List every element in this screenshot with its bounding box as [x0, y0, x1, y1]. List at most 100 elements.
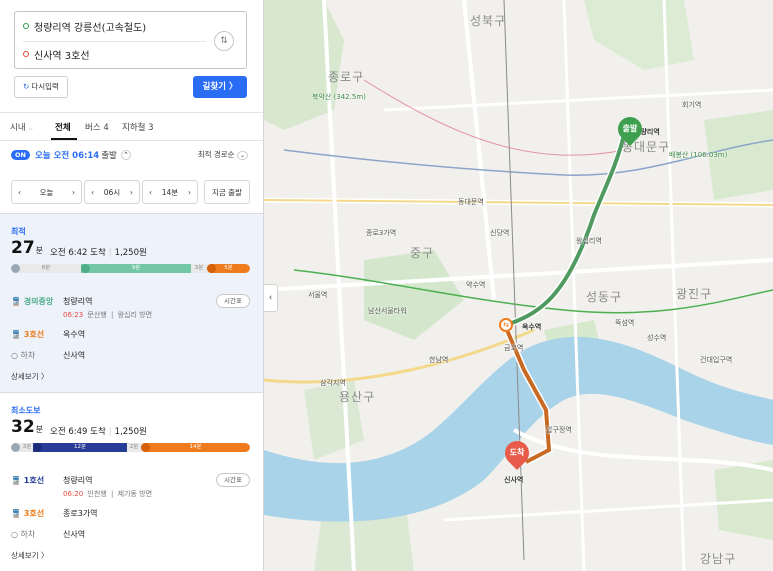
walk-segment: 8분: [11, 264, 71, 273]
sort-select[interactable]: 최적 경로순 ⌄: [198, 149, 248, 160]
station-label: 약수역: [466, 281, 486, 289]
subway-segment: 9분: [81, 264, 191, 273]
map-canvas[interactable]: 성북구 종로구 동대문구 중구 성동구 용산구 광진구 강남구 북악산 (342…: [264, 0, 773, 571]
hour-select[interactable]: ‹ 06시 ›: [84, 180, 140, 204]
district-label: 용산구: [339, 390, 376, 404]
input-divider: [23, 41, 206, 42]
end-marker[interactable]: 도착: [500, 436, 534, 470]
origin-dot-icon: [23, 23, 29, 29]
chevron-down-icon: ⌄: [236, 151, 248, 160]
step-transfer: 🚆 3호선 옥수역: [11, 330, 86, 339]
subway-segment: 12분: [33, 443, 127, 452]
walk-segment: 2분: [127, 443, 141, 452]
mountain-label: 배봉산 (106.03m): [669, 151, 728, 159]
route-meta: 오전 6:49 도착 | 1,250원: [50, 427, 147, 437]
on-badge: ON: [11, 150, 30, 160]
district-label: 종로구: [328, 70, 365, 84]
park-area: [264, 0, 344, 130]
station-label: 종로3가역: [366, 229, 397, 237]
destination-text: 신사역 3호선: [34, 50, 90, 62]
route-card-1[interactable]: 최적 27분 오전 6:42 도착 | 1,250원 8분 9분 3분 5분 🚆 경…: [0, 214, 263, 392]
step-exit: ○ 하차 신사역: [11, 351, 86, 360]
refresh-icon: ↻: [23, 82, 30, 91]
walk-segment: 3분: [191, 264, 207, 273]
now-button[interactable]: 지금 출발: [204, 180, 250, 204]
station-label: 건대입구역: [700, 356, 733, 364]
station-label: 신당역: [490, 229, 510, 237]
tab-all[interactable]: 전체: [55, 121, 71, 133]
park-area: [584, 0, 694, 70]
origin-field[interactable]: 청량리역 강릉선(고속철도): [23, 16, 146, 36]
station-label: 서울역: [308, 291, 328, 299]
step-board: 🚆 경의중앙 청량리역: [11, 297, 93, 306]
district-label: 광진구: [676, 287, 713, 301]
prev-icon: ‹: [18, 187, 21, 197]
station-label: 회기역: [682, 101, 702, 109]
departure-suffix: 출발: [101, 151, 117, 161]
tab-subway[interactable]: 지하철 3: [122, 121, 154, 133]
destination-field[interactable]: 신사역 3호선: [23, 44, 90, 64]
exit-icon: ○: [11, 351, 18, 360]
destination-dot-icon: [23, 51, 29, 57]
step-transfer: 🚆 3호선 종로3가역: [11, 509, 98, 518]
route-label: 최적: [11, 227, 26, 236]
station-label: 압구정역: [546, 426, 572, 434]
landmark-label: 남산서울타워: [368, 307, 407, 315]
tab-bus[interactable]: 버스 4: [85, 121, 109, 133]
walk-icon: [11, 264, 20, 273]
route-meta: 오전 6:42 도착 | 1,250원: [50, 248, 147, 258]
subway-segment: 5분: [207, 264, 250, 273]
divider: [0, 140, 263, 141]
route-label: 최소도보: [11, 406, 41, 415]
departure-time[interactable]: ON 오늘 오전 06:14 출발 ⌃: [11, 148, 131, 162]
minute-select[interactable]: ‹ 14분 ›: [142, 180, 198, 204]
timetable-button[interactable]: 시간표: [216, 473, 250, 487]
next-icon: ›: [72, 187, 75, 197]
departure-time-value: 오늘 오전 06:14: [34, 151, 100, 161]
subway-icon: 🚆: [11, 297, 21, 306]
station-label: 뚝섬역: [615, 319, 635, 327]
tab-city[interactable]: 시내 ⌵: [10, 121, 33, 133]
search-route-button[interactable]: 길찾기 〉: [193, 76, 247, 98]
mode-tabs: 시내 ⌵ 전체 버스 4 지하철 3: [0, 112, 263, 142]
collapse-panel-button[interactable]: ‹: [264, 284, 278, 312]
reset-label: 다시입력: [31, 82, 59, 91]
chevron-up-icon[interactable]: ⌃: [120, 150, 131, 160]
swap-icon[interactable]: ⇅: [214, 31, 234, 51]
reset-button[interactable]: ↻ 다시입력: [14, 76, 68, 98]
origin-text: 청량리역 강릉선(고속철도): [34, 22, 147, 34]
route-duration: 32분: [11, 417, 44, 437]
line-label: 🚆 경의중앙: [11, 297, 54, 306]
station-label: 금호역: [504, 344, 524, 352]
start-marker[interactable]: 출발: [613, 112, 647, 146]
district-label: 중구: [410, 246, 435, 260]
subway-icon: 🚆: [11, 509, 21, 518]
mountain-label: 북악산 (342.5m): [312, 93, 366, 101]
walk-icon: [11, 443, 20, 452]
station-label: 한남역: [429, 356, 449, 364]
subway-icon: 🚆: [11, 330, 21, 339]
station-label: 신사역: [504, 476, 524, 484]
step-exit: ○ 하차 신사역: [11, 530, 86, 539]
train-info: 06:23 문산행 | 왕십리 방면: [63, 311, 153, 319]
route-card-2[interactable]: 최소도보 32분 오전 6:49 도착 | 1,250원 3분 12분 2분 14분…: [0, 393, 263, 571]
route-timeline-bar: 8분 9분 3분 5분: [11, 264, 250, 273]
walk-segment: 3분: [11, 443, 33, 452]
train-info: 06:20 인천행 | 제기동 방면: [63, 490, 153, 498]
subway-segment: 14분: [141, 443, 250, 452]
station-label: 옥수역: [522, 323, 542, 331]
station-label: 왕십리역: [576, 237, 602, 245]
route-timeline-bar: 3분 12분 2분 14분: [11, 443, 250, 452]
details-link[interactable]: 상세보기 〉: [11, 371, 48, 382]
transfer-marker-icon[interactable]: ⇆: [499, 318, 513, 332]
station-label: 삼각지역: [320, 379, 346, 387]
park-area: [364, 250, 464, 340]
subway-icon: 🚆: [11, 476, 21, 485]
timetable-button[interactable]: 시간표: [216, 294, 250, 308]
station-label: 성수역: [647, 334, 667, 342]
route-panel: 청량리역 강릉선(고속철도) 신사역 3호선 ⇅ ↻ 다시입력 길찾기 〉 시내 …: [0, 0, 264, 571]
details-link[interactable]: 상세보기 〉: [11, 550, 48, 561]
route-duration: 27분: [11, 238, 44, 258]
day-select[interactable]: ‹ 오늘 ›: [11, 180, 82, 204]
district-label: 성동구: [586, 290, 623, 304]
